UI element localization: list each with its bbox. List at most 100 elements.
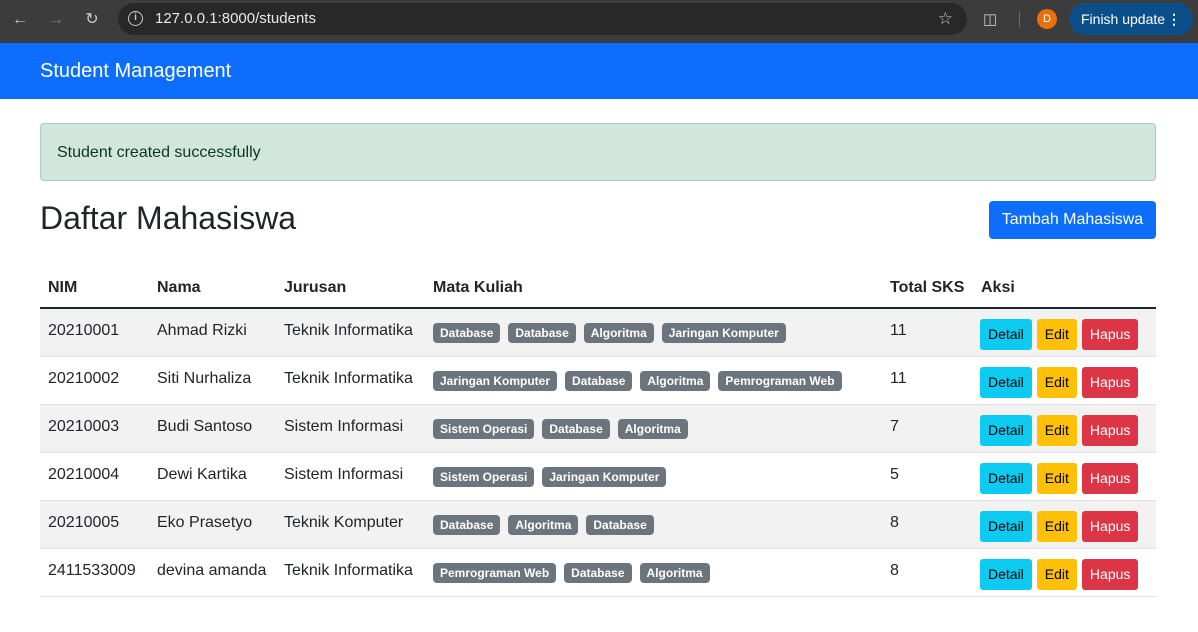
toolbar-divider [1019, 11, 1020, 27]
edit-button[interactable]: Edit [1036, 559, 1077, 590]
course-badges: Sistem Operasi Jaringan Komputer [433, 467, 667, 487]
cell-jurusan: Teknik Informatika [284, 322, 413, 339]
detail-button[interactable]: Detail [980, 463, 1032, 494]
header-nim: NIM [48, 279, 78, 296]
course-badge: Jaringan Komputer [661, 323, 786, 343]
table-row: 20210003 Budi Santoso Sistem Informasi 7 Sis… [40, 405, 1156, 453]
alert-message: Student created successfully [57, 144, 261, 161]
delete-button[interactable]: Hapus [1081, 559, 1139, 590]
success-alert: Student created successfully [40, 123, 1156, 181]
header-nama: Nama [157, 279, 201, 296]
browser-toolbar: ← → ↻ i 127.0.0.1:8000/students ☆ ◫ D Fi… [0, 0, 1198, 43]
forward-arrow-icon[interactable]: → [46, 10, 66, 30]
header-jurusan: Jurusan [284, 279, 347, 296]
cell-jurusan: Sistem Informasi [284, 418, 404, 435]
course-badge: Algoritma [617, 419, 688, 439]
cell-nama: Eko Prasetyo [157, 514, 253, 531]
profile-avatar[interactable]: D [1037, 9, 1057, 29]
course-badge: Pemrograman Web [718, 371, 842, 391]
course-badge: Database [565, 371, 633, 391]
delete-button[interactable]: Hapus [1081, 511, 1139, 542]
table-body: 20210001 Ahmad Rizki Teknik Informatika 11 D… [40, 309, 1156, 597]
course-badge: Pemrograman Web [433, 563, 557, 583]
cell-nama: devina amanda [157, 562, 267, 579]
course-badges: Sistem Operasi Database Algoritma [433, 419, 688, 439]
detail-button[interactable]: Detail [980, 319, 1032, 350]
course-badge: Database [586, 515, 654, 535]
row-actions: Detail Edit Hapus [980, 319, 1139, 350]
edit-button[interactable]: Edit [1036, 463, 1077, 494]
cell-jurusan: Teknik Informatika [284, 370, 413, 387]
cell-total-sks: 5 [890, 466, 899, 483]
course-badge: Jaringan Komputer [542, 467, 667, 487]
delete-button[interactable]: Hapus [1081, 415, 1139, 446]
course-badge: Database [433, 515, 501, 535]
row-actions: Detail Edit Hapus [980, 559, 1139, 590]
course-badge: Algoritma [583, 323, 654, 343]
course-badge: Database [564, 563, 632, 583]
header-mata-kuliah: Mata Kuliah [433, 279, 523, 296]
address-bar[interactable]: i 127.0.0.1:8000/students ☆ [118, 3, 967, 35]
cell-nama: Siti Nurhaliza [157, 370, 252, 387]
course-badges: Pemrograman Web Database Algoritma [433, 563, 710, 583]
course-badges: Database Database Algoritma Jaringan Komput… [433, 323, 786, 343]
course-badge: Database [433, 323, 501, 343]
edit-button[interactable]: Edit [1036, 511, 1077, 542]
course-badge: Algoritma [640, 371, 711, 391]
edit-button[interactable]: Edit [1036, 367, 1077, 398]
course-badge: Algoritma [639, 563, 710, 583]
row-actions: Detail Edit Hapus [980, 367, 1139, 398]
finish-update-label: Finish update [1081, 11, 1166, 27]
back-arrow-icon[interactable]: ← [10, 10, 30, 30]
detail-button[interactable]: Detail [980, 367, 1032, 398]
course-badge: Sistem Operasi [433, 419, 535, 439]
cell-nim: 20210004 [48, 466, 120, 483]
cell-nama: Dewi Kartika [157, 466, 247, 483]
cell-total-sks: 7 [890, 418, 899, 435]
delete-button[interactable]: Hapus [1081, 367, 1139, 398]
finish-update-button[interactable]: Finish update ⋮ [1069, 3, 1193, 35]
detail-button[interactable]: Detail [980, 511, 1032, 542]
cell-nim: 20210001 [48, 322, 120, 339]
detail-button[interactable]: Detail [980, 559, 1032, 590]
address-url[interactable]: 127.0.0.1:8000/students [155, 11, 316, 27]
cell-nim: 20210003 [48, 418, 120, 435]
cell-total-sks: 8 [890, 514, 899, 531]
cell-total-sks: 11 [890, 370, 907, 387]
app-navbar: Student Management [0, 43, 1198, 99]
navbar-brand[interactable]: Student Management [40, 60, 231, 82]
cell-jurusan: Teknik Informatika [284, 562, 413, 579]
site-info-icon[interactable]: i [128, 11, 143, 26]
course-badges: Jaringan Komputer Database Algoritma Pemrog… [433, 371, 842, 391]
row-actions: Detail Edit Hapus [980, 415, 1139, 446]
cell-nim: 20210002 [48, 370, 120, 387]
reload-icon[interactable]: ↻ [82, 10, 102, 30]
bookmark-star-icon[interactable]: ☆ [938, 9, 953, 29]
row-actions: Detail Edit Hapus [980, 463, 1139, 494]
course-badge: Database [508, 323, 576, 343]
table-row: 20210001 Ahmad Rizki Teknik Informatika 11 D… [40, 309, 1156, 357]
page-title: Daftar Mahasiswa [40, 200, 297, 236]
tab-search-icon[interactable]: ◫ [983, 10, 1003, 28]
edit-button[interactable]: Edit [1036, 319, 1077, 350]
detail-button[interactable]: Detail [980, 415, 1032, 446]
delete-button[interactable]: Hapus [1081, 319, 1139, 350]
add-student-button[interactable]: Tambah Mahasiswa [989, 201, 1156, 239]
course-badge: Jaringan Komputer [433, 371, 558, 391]
delete-button[interactable]: Hapus [1081, 463, 1139, 494]
header-aksi: Aksi [981, 279, 1015, 296]
cell-total-sks: 11 [890, 322, 907, 339]
row-actions: Detail Edit Hapus [980, 511, 1139, 542]
course-badge: Sistem Operasi [433, 467, 535, 487]
cell-jurusan: Teknik Komputer [284, 514, 404, 531]
cell-nama: Budi Santoso [157, 418, 253, 435]
cell-jurusan: Sistem Informasi [284, 466, 404, 483]
course-badges: Database Algoritma Database [433, 515, 654, 535]
students-table: NIM Nama Jurusan Mata Kuliah Total SKS A… [40, 267, 1156, 597]
header-total-sks: Total SKS [890, 279, 965, 296]
table-row: 20210005 Eko Prasetyo Teknik Komputer 8 Data… [40, 501, 1156, 549]
cell-nim: 2411533009 [48, 562, 136, 579]
table-row: 2411533009 devina amanda Teknik Informatik… [40, 549, 1156, 597]
edit-button[interactable]: Edit [1036, 415, 1077, 446]
more-menu-icon: ⋮ [1167, 11, 1181, 27]
